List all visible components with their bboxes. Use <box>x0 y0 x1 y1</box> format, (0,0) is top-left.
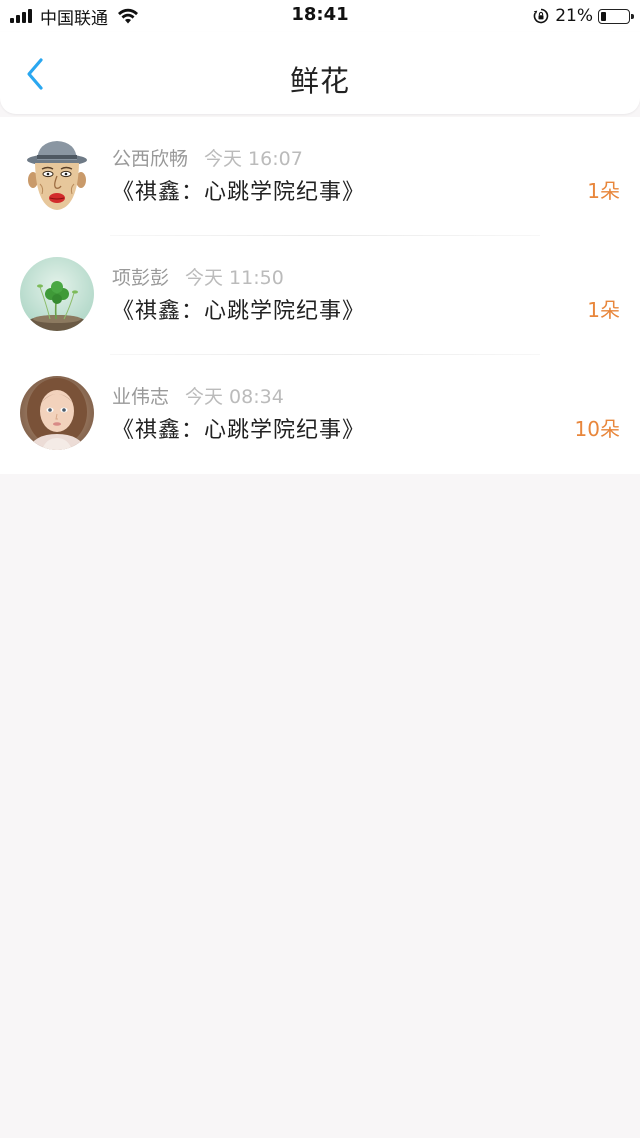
flower-count: 10朵 <box>574 417 620 441</box>
battery-level <box>601 11 606 21</box>
record-time: 今天 08:34 <box>185 386 284 408</box>
girl-portrait-avatar[interactable] <box>20 376 94 450</box>
book-title: 《祺鑫：心跳学院纪事》 <box>112 299 366 324</box>
record-meta: 项彭彭 今天 11:50 <box>112 263 284 290</box>
page-title: 鲜花 <box>289 64 350 98</box>
navigation-bar: 鲜花 <box>0 32 640 114</box>
record-meta: 公西欣畅 今天 16:07 <box>112 144 303 171</box>
record-meta: 业伟志 今天 08:34 <box>112 382 284 409</box>
orientation-lock-icon <box>533 8 549 24</box>
book-title: 《祺鑫：心跳学院纪事》 <box>112 418 366 443</box>
status-bar: 中国联通 18:41 21% <box>0 0 640 32</box>
list-item[interactable]: 项彭彭 今天 11:50 《祺鑫：心跳学院纪事》 1朵 <box>0 236 640 355</box>
user-name: 项彭彭 <box>112 267 170 289</box>
clover-sprout-avatar[interactable] <box>20 257 94 331</box>
cartoon-old-man-avatar[interactable] <box>20 138 94 212</box>
status-right: 21% <box>533 5 634 27</box>
list-item[interactable]: 公西欣畅 今天 16:07 《祺鑫：心跳学院纪事》 1朵 <box>0 117 640 236</box>
list-item[interactable]: 业伟志 今天 08:34 《祺鑫：心跳学院纪事》 10朵 <box>0 355 640 474</box>
flower-count: 1朵 <box>587 298 620 322</box>
battery-percentage: 21% <box>555 6 593 26</box>
user-name: 业伟志 <box>112 386 170 408</box>
record-time: 今天 11:50 <box>185 267 284 289</box>
user-name: 公西欣畅 <box>112 148 189 170</box>
book-title: 《祺鑫：心跳学院纪事》 <box>112 180 366 205</box>
flower-count: 1朵 <box>587 179 620 203</box>
record-time: 今天 16:07 <box>204 148 303 170</box>
battery-icon <box>598 8 634 24</box>
flower-record-list: 公西欣畅 今天 16:07 《祺鑫：心跳学院纪事》 1朵 项彭彭 今天 11:5… <box>0 117 640 474</box>
